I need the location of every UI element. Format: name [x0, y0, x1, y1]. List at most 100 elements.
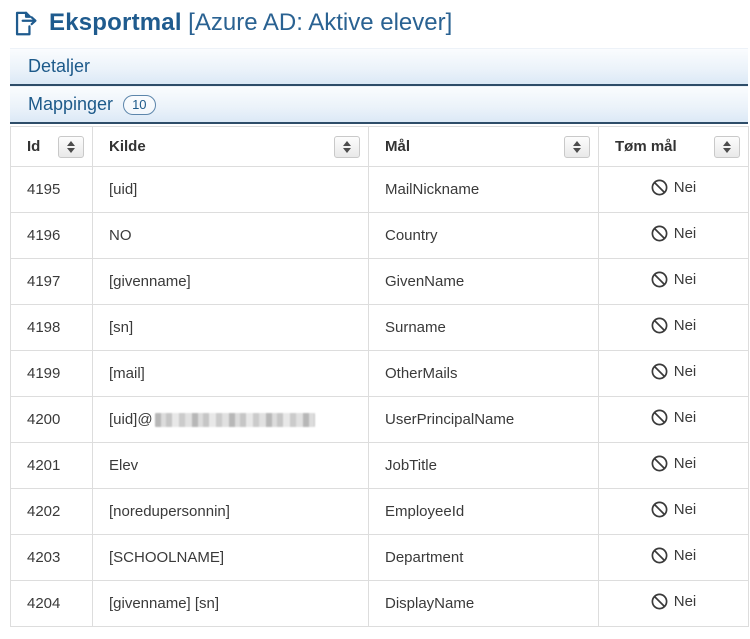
mappings-table-area: Id Kilde Mål Tøm mål	[10, 126, 748, 627]
panel-detaljer[interactable]: Detaljer	[10, 48, 748, 86]
cell-kilde: [givenname]	[93, 259, 369, 305]
cell-kilde: [SCHOOLNAME]	[93, 535, 369, 581]
file-export-icon	[12, 10, 39, 37]
row-id: 4202	[27, 503, 60, 520]
cell-maal: Department	[369, 535, 599, 581]
cell-maal: OtherMails	[369, 351, 599, 397]
row-kilde: [mail]	[109, 365, 145, 382]
cell-maal: GivenName	[369, 259, 599, 305]
no-entry-icon	[651, 179, 668, 196]
sort-up-arrow	[723, 141, 731, 146]
cell-maal: JobTitle	[369, 443, 599, 489]
no-entry-icon	[651, 317, 668, 334]
row-id: 4196	[27, 227, 60, 244]
panel-mappinger-label: Mappinger	[28, 94, 113, 115]
column-header-maal[interactable]: Mål	[369, 127, 599, 167]
row-maal: OtherMails	[385, 365, 458, 382]
cell-kilde: [noredupersonnin]	[93, 489, 369, 535]
row-maal: Surname	[385, 319, 446, 336]
cell-tom-maal: Nei	[599, 443, 749, 489]
cell-tom-maal: Nei	[599, 351, 749, 397]
cell-id: 4197	[11, 259, 93, 305]
sort-arrows-icon[interactable]	[58, 136, 84, 158]
cell-kilde: [sn]	[93, 305, 369, 351]
cell-id: 4199	[11, 351, 93, 397]
cell-tom-maal: Nei	[599, 305, 749, 351]
cell-id: 4200	[11, 397, 93, 443]
sort-down-arrow	[343, 148, 351, 153]
table-row: 4203 [SCHOOLNAME] Department Nei	[11, 535, 749, 581]
table-row: 4202 [noredupersonnin] EmployeeId Nei	[11, 489, 749, 535]
row-tom-maal: Nei	[674, 547, 697, 564]
page-title-bold: Eksportmal	[49, 9, 182, 36]
cell-id: 4202	[11, 489, 93, 535]
column-label-id: Id	[27, 138, 40, 155]
cell-id: 4198	[11, 305, 93, 351]
row-maal: Country	[385, 227, 438, 244]
no-entry-icon	[651, 593, 668, 610]
content-area: Eksportmal [Azure AD: Aktive elever] Det…	[10, 0, 748, 627]
row-maal: DisplayName	[385, 595, 474, 612]
page-title-text: Eksportmal [Azure AD: Aktive elever]	[49, 9, 452, 37]
panel-detaljer-label: Detaljer	[28, 56, 90, 77]
no-entry-icon	[651, 409, 668, 426]
no-entry-icon	[651, 501, 668, 518]
panel-mappinger[interactable]: Mappinger 10	[10, 86, 748, 124]
table-row: 4204 [givenname] [sn] DisplayName Nei	[11, 581, 749, 627]
sort-down-arrow	[67, 148, 75, 153]
row-kilde: [noredupersonnin]	[109, 503, 230, 520]
cell-tom-maal: Nei	[599, 397, 749, 443]
row-kilde: [uid]@	[109, 411, 153, 428]
mappings-count-badge: 10	[123, 95, 155, 115]
sort-up-arrow	[343, 141, 351, 146]
sort-up-arrow	[67, 141, 75, 146]
column-label-kilde: Kilde	[109, 138, 146, 155]
cell-maal: MailNickname	[369, 167, 599, 213]
cell-tom-maal: Nei	[599, 535, 749, 581]
cell-kilde: NO	[93, 213, 369, 259]
row-maal: MailNickname	[385, 181, 479, 198]
sort-up-arrow	[573, 141, 581, 146]
row-maal: EmployeeId	[385, 503, 464, 520]
table-row: 4200 [uid]@ UserPrincipalName Nei	[11, 397, 749, 443]
row-kilde: [givenname]	[109, 273, 191, 290]
cell-tom-maal: Nei	[599, 489, 749, 535]
row-id: 4199	[27, 365, 60, 382]
row-maal: UserPrincipalName	[385, 411, 514, 428]
column-header-id[interactable]: Id	[11, 127, 93, 167]
column-header-kilde[interactable]: Kilde	[93, 127, 369, 167]
redacted-text	[155, 413, 315, 427]
row-id: 4200	[27, 411, 60, 428]
cell-id: 4201	[11, 443, 93, 489]
cell-tom-maal: Nei	[599, 259, 749, 305]
cell-id: 4204	[11, 581, 93, 627]
row-kilde: NO	[109, 227, 132, 244]
mappings-table: Id Kilde Mål Tøm mål	[10, 126, 749, 627]
no-entry-icon	[651, 547, 668, 564]
row-id: 4204	[27, 595, 60, 612]
table-row: 4196 NO Country Nei	[11, 213, 749, 259]
cell-tom-maal: Nei	[599, 167, 749, 213]
no-entry-icon	[651, 363, 668, 380]
row-tom-maal: Nei	[674, 271, 697, 288]
row-tom-maal: Nei	[674, 501, 697, 518]
cell-kilde: [uid]	[93, 167, 369, 213]
sort-down-arrow	[573, 148, 581, 153]
sort-arrows-icon[interactable]	[334, 136, 360, 158]
row-maal: GivenName	[385, 273, 464, 290]
table-row: 4201 Elev JobTitle Nei	[11, 443, 749, 489]
cell-kilde: [uid]@	[93, 397, 369, 443]
row-id: 4201	[27, 457, 60, 474]
no-entry-icon	[651, 225, 668, 242]
table-row: 4198 [sn] Surname Nei	[11, 305, 749, 351]
column-header-tom-maal[interactable]: Tøm mål	[599, 127, 749, 167]
row-tom-maal: Nei	[674, 455, 697, 472]
sort-arrows-icon[interactable]	[714, 136, 740, 158]
row-tom-maal: Nei	[674, 317, 697, 334]
row-id: 4203	[27, 549, 60, 566]
table-row: 4199 [mail] OtherMails Nei	[11, 351, 749, 397]
page-title-context: [Azure AD: Aktive elever]	[188, 9, 452, 36]
row-kilde: [givenname] [sn]	[109, 595, 219, 612]
row-tom-maal: Nei	[674, 409, 697, 426]
sort-arrows-icon[interactable]	[564, 136, 590, 158]
